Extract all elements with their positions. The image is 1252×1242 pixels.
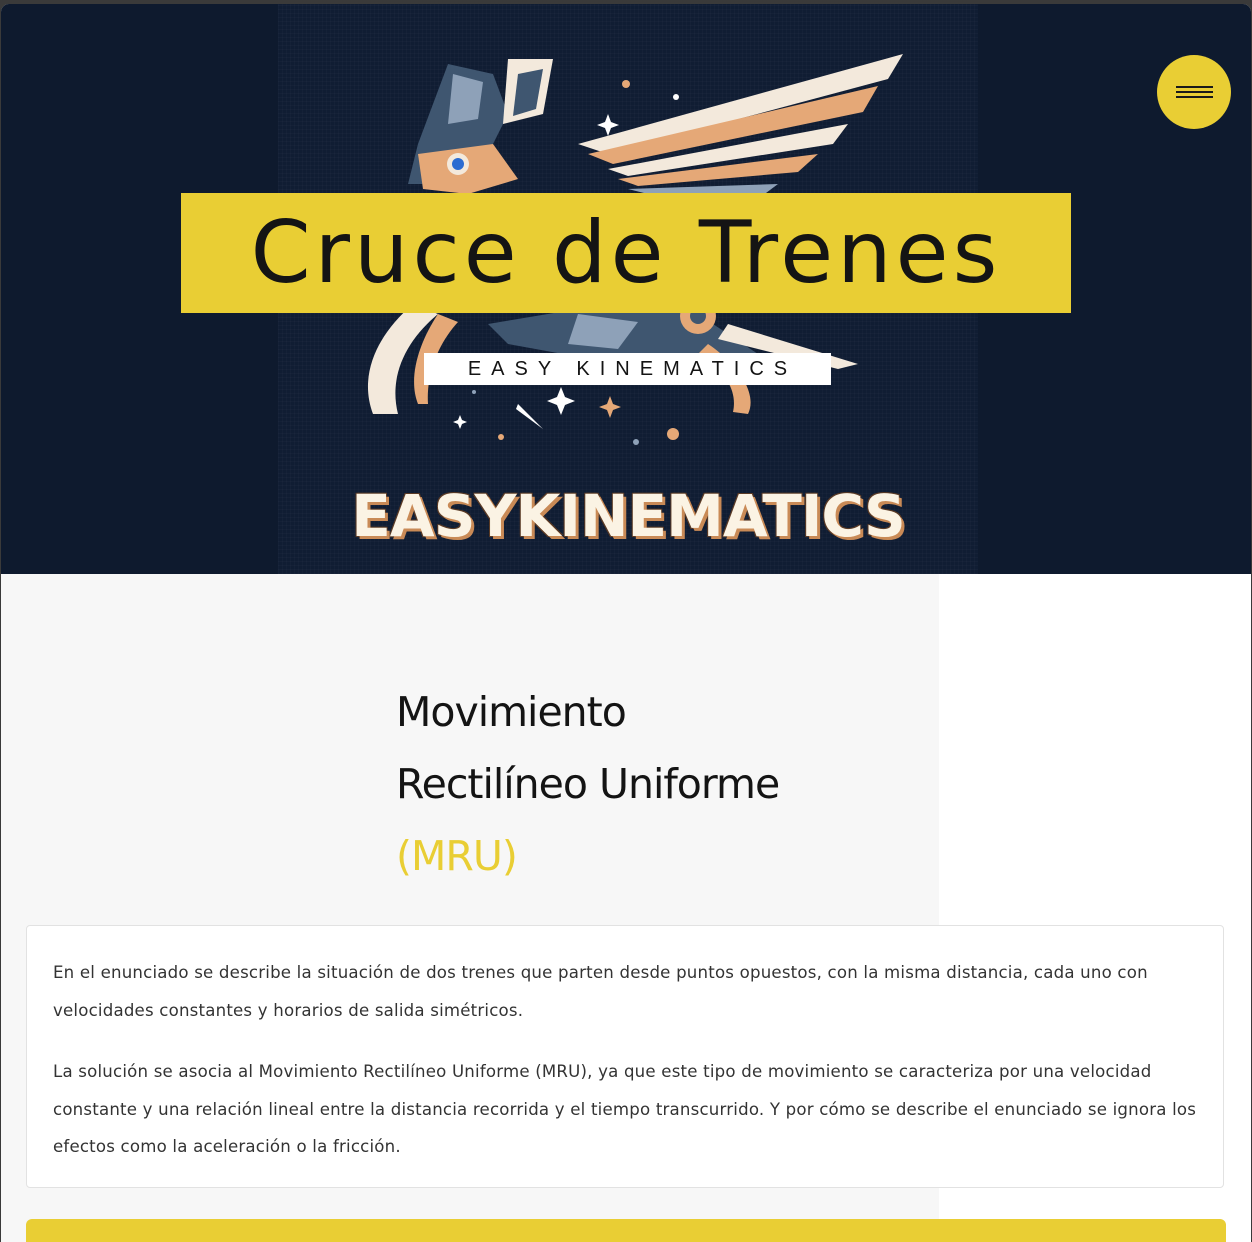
section-heading-line1: Movimiento — [396, 688, 627, 736]
next-section-bar — [26, 1219, 1226, 1242]
section-heading: Movimiento Rectilíneo Uniforme (MRU) — [396, 676, 780, 892]
section-heading-accent: (MRU) — [396, 832, 518, 880]
explanation-card: En el enunciado se describe la situación… — [26, 925, 1224, 1188]
brand-wordmark: EASYKINEMATICS — [351, 482, 906, 550]
section-heading-line2: Rectilíneo Uniforme — [396, 760, 780, 808]
explanation-paragraph-2: La solución se asocia al Movimiento Rect… — [53, 1062, 1197, 1156]
hero-banner: Cruce de Trenes EASY KINEMATICS EASYKINE… — [1, 4, 1251, 574]
site-subtitle: EASY KINEMATICS — [467, 357, 798, 380]
page-title: Cruce de Trenes — [250, 203, 1002, 303]
page-title-box: Cruce de Trenes — [181, 193, 1071, 313]
menu-button[interactable] — [1157, 55, 1231, 129]
explanation-paragraph-1: En el enunciado se describe la situación… — [53, 963, 1148, 1020]
site-subtitle-box: EASY KINEMATICS — [424, 353, 831, 385]
browser-window: Cruce de Trenes EASY KINEMATICS EASYKINE… — [1, 4, 1251, 1242]
